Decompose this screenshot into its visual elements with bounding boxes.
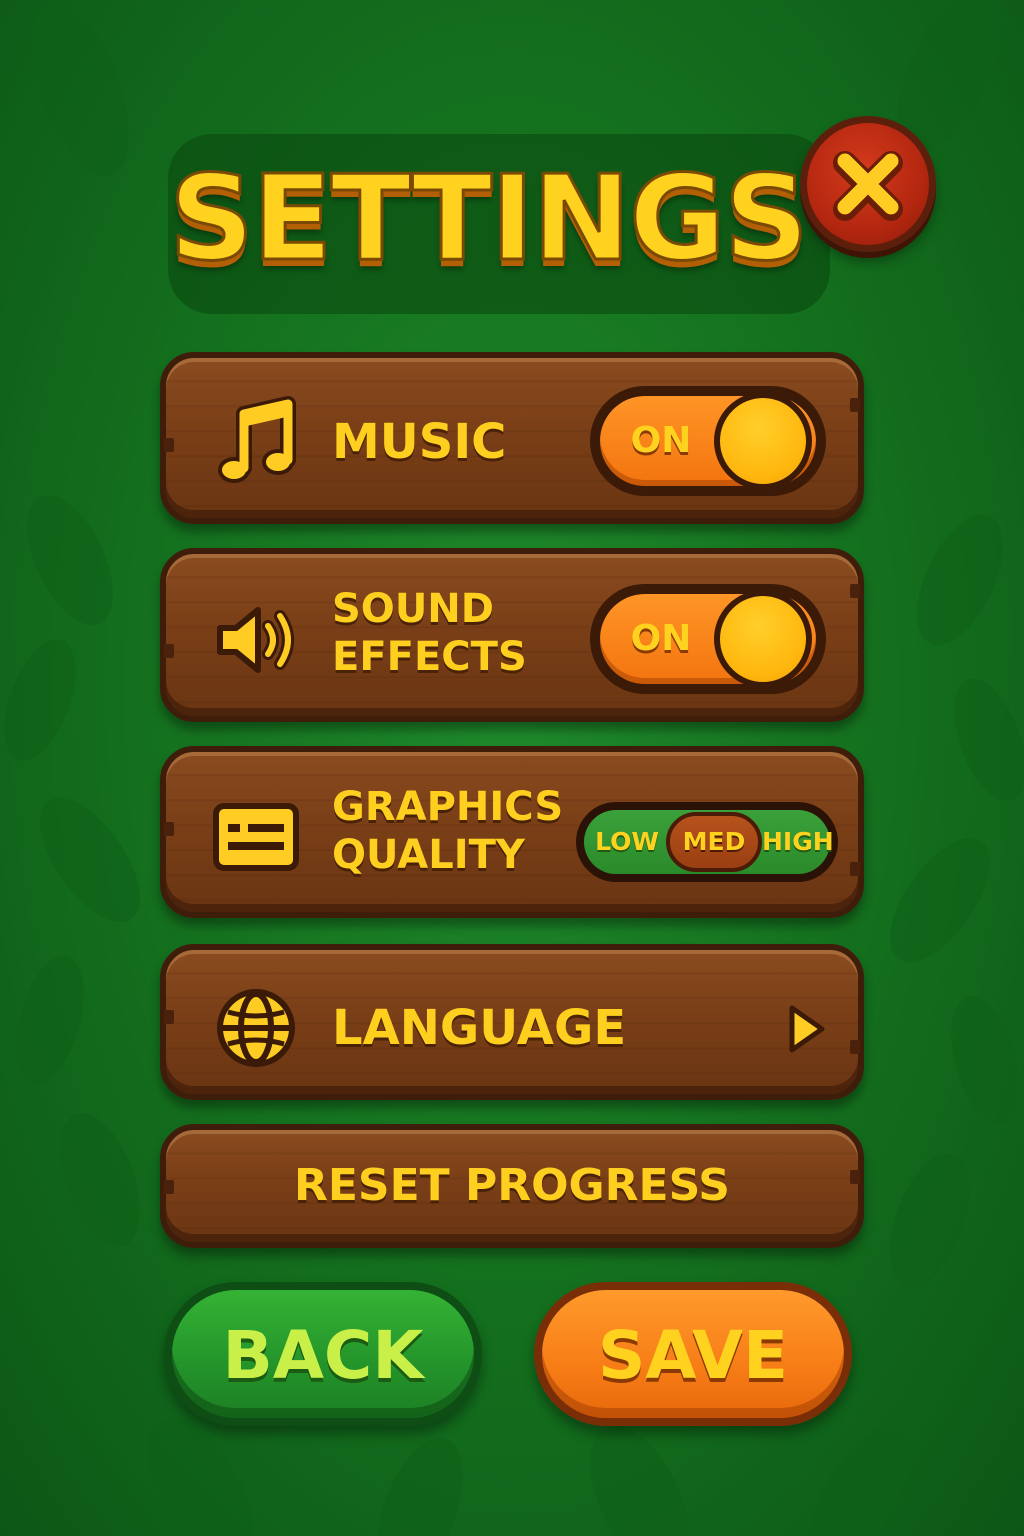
close-button[interactable] xyxy=(800,116,936,252)
plank-nick xyxy=(164,438,174,452)
quality-option-med[interactable]: MED xyxy=(666,812,762,872)
graphics-quality-label-line1: GRAPHICS xyxy=(332,784,564,830)
plank-nick xyxy=(164,644,174,658)
globe-icon xyxy=(217,989,295,1067)
graphics-quality-setting-row: GRAPHICS QUALITY LOW MED HIGH xyxy=(160,746,864,918)
music-note-icon xyxy=(218,396,296,483)
language-setting-row[interactable]: LANGUAGE xyxy=(160,944,864,1100)
plank-nick xyxy=(850,862,860,876)
plank-nick xyxy=(850,1040,860,1054)
arrow-right-icon xyxy=(789,1005,825,1053)
sound-effects-label-line2: EFFECTS xyxy=(332,634,527,680)
language-label: LANGUAGE xyxy=(332,1000,627,1056)
sound-effects-toggle-state: ON xyxy=(630,618,692,659)
music-toggle[interactable]: ON xyxy=(590,386,826,496)
toggle-knob xyxy=(714,590,812,688)
music-toggle-state: ON xyxy=(630,420,692,461)
reset-progress-button[interactable]: RESET PROGRESS xyxy=(160,1124,864,1248)
back-button[interactable]: BACK xyxy=(164,1282,482,1426)
music-label: MUSIC xyxy=(332,414,507,470)
graphics-quality-selector: LOW MED HIGH xyxy=(576,802,838,882)
settings-screen: { "screen": { "title": "SETTINGS", "clos… xyxy=(0,0,1024,1536)
toggle-knob xyxy=(714,392,812,490)
page-title: SETTINGS xyxy=(168,148,811,289)
save-button[interactable]: SAVE xyxy=(534,1282,852,1426)
sound-effects-toggle[interactable]: ON xyxy=(590,584,826,694)
plank-nick xyxy=(850,398,860,412)
graphics-card-icon xyxy=(213,803,299,871)
close-icon xyxy=(833,151,903,221)
plank-nick xyxy=(850,584,860,598)
sound-effects-setting-row: SOUND EFFECTS ON xyxy=(160,548,864,722)
graphics-quality-label-line2: QUALITY xyxy=(332,832,525,878)
quality-option-low[interactable]: LOW xyxy=(592,820,662,864)
quality-option-high[interactable]: HIGH xyxy=(762,820,834,864)
speaker-icon xyxy=(217,607,294,673)
plank-nick xyxy=(164,822,174,836)
plank-nick xyxy=(164,1010,174,1024)
music-setting-row: MUSIC ON xyxy=(160,352,864,524)
reset-progress-label: RESET PROGRESS xyxy=(293,1160,730,1211)
sound-effects-label-line1: SOUND xyxy=(332,586,494,632)
